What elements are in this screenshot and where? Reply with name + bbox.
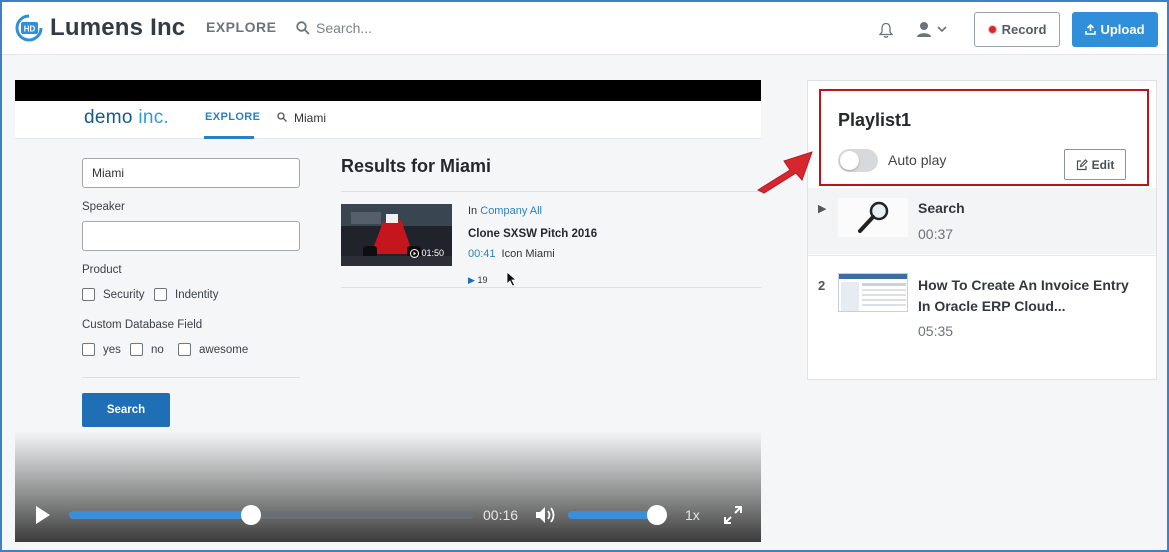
autoplay-toggle[interactable]	[838, 149, 878, 172]
result-thumbnail: 01:50	[341, 204, 452, 266]
product-label: Product	[82, 264, 122, 276]
playback-speed[interactable]: 1x	[685, 507, 700, 523]
filter-divider	[82, 377, 300, 378]
checkbox-icon	[178, 343, 191, 356]
playlist-item[interactable]: ▶ Search 00:37	[808, 188, 1156, 254]
checkbox-icon	[82, 343, 95, 356]
speaker-field	[82, 221, 300, 251]
playlist-item-duration: 00:37	[918, 226, 954, 242]
controls-gradient	[15, 431, 761, 542]
video-frame: demo inc. EXPLORE Miami Miami Speaker Pr…	[15, 101, 761, 542]
record-button[interactable]: Record	[974, 12, 1060, 47]
top-navbar: HD Lumens Inc EXPLORE Record Upload	[2, 2, 1167, 55]
keyword-field: Miami	[82, 158, 300, 188]
playing-indicator-icon: ▶	[818, 203, 827, 215]
checkbox-icon	[82, 288, 95, 301]
edit-icon	[1076, 158, 1088, 170]
video-site-navbar: demo inc. EXPLORE Miami	[15, 101, 761, 139]
video-search-term: Miami	[294, 111, 326, 125]
playlist-item-title: Search	[918, 200, 965, 216]
result-category: In Company All	[468, 205, 543, 217]
speaker-label: Speaker	[82, 201, 125, 213]
playlist-item-thumbnail	[838, 198, 908, 237]
result-match: 00:41 Icon Miami	[468, 248, 555, 260]
custom-option-awesome: awesome	[178, 343, 248, 356]
playlist-item-title: How To Create An Invoice Entry In Oracle…	[918, 277, 1129, 314]
checkbox-icon	[130, 343, 143, 356]
hd-logo-icon[interactable]: HD	[15, 14, 43, 42]
playlist-item-thumbnail	[838, 273, 908, 312]
play-triangle-icon: ▶	[468, 275, 475, 285]
mouse-cursor-icon	[506, 271, 518, 287]
results-divider-bottom	[341, 287, 761, 288]
playlist-item-index: 2	[818, 278, 826, 293]
upload-icon	[1085, 24, 1097, 35]
progress-bar[interactable]	[69, 505, 474, 525]
active-tab-underline	[204, 136, 254, 139]
search-input[interactable]	[316, 16, 576, 40]
product-option-security: Security	[82, 288, 145, 301]
results-title: Results for Miami	[341, 156, 492, 176]
results-divider	[341, 191, 761, 192]
fullscreen-icon[interactable]	[723, 505, 743, 525]
result-duration: 01:50	[410, 248, 444, 258]
play-button-icon[interactable]	[34, 504, 52, 526]
result-views: ▶ 19	[468, 275, 488, 285]
video-explore-tab: EXPLORE	[205, 111, 261, 123]
notifications-bell-icon[interactable]	[878, 22, 894, 39]
upload-button[interactable]: Upload	[1072, 12, 1158, 47]
callout-arrow-icon	[756, 151, 813, 194]
play-circle-icon	[410, 248, 420, 258]
video-search-button: Search	[82, 393, 170, 427]
upload-button-label: Upload	[1100, 22, 1145, 37]
volume-fill	[568, 511, 657, 519]
current-time: 00:16	[483, 507, 519, 523]
autoplay-label: Auto play	[888, 152, 947, 168]
edit-button-label: Edit	[1091, 157, 1115, 172]
result-title: Clone SXSW Pitch 2016	[468, 228, 598, 240]
volume-slider[interactable]	[568, 505, 668, 525]
progress-fill	[69, 511, 252, 519]
custom-field-label: Custom Database Field	[82, 319, 203, 331]
video-player[interactable]: demo inc. EXPLORE Miami Miami Speaker Pr…	[15, 80, 761, 542]
playlist-item[interactable]: 2 How To Create An Invoice Entry In Orac…	[808, 255, 1156, 339]
product-option-indentity: Indentity	[154, 288, 218, 301]
custom-option-yes: yes	[82, 343, 121, 356]
edit-playlist-button[interactable]: Edit	[1064, 149, 1126, 180]
demo-logo: demo inc.	[84, 107, 170, 128]
playlist-title: Playlist1	[838, 110, 912, 130]
search-icon	[296, 21, 310, 35]
video-search-icon	[277, 112, 287, 122]
logo-badge-text: HD	[24, 25, 36, 34]
record-dot-icon	[987, 25, 997, 34]
checkbox-icon	[154, 288, 167, 301]
user-menu-icon[interactable]	[914, 20, 954, 40]
record-button-label: Record	[1001, 22, 1047, 37]
custom-option-no: no	[130, 343, 164, 356]
nav-explore-link[interactable]: EXPLORE	[206, 19, 276, 35]
playlist-item-duration: 05:35	[918, 323, 954, 339]
volume-handle[interactable]	[647, 505, 667, 525]
brand-name[interactable]: Lumens Inc	[50, 14, 185, 42]
volume-icon[interactable]	[534, 505, 558, 525]
toggle-knob	[840, 151, 859, 170]
